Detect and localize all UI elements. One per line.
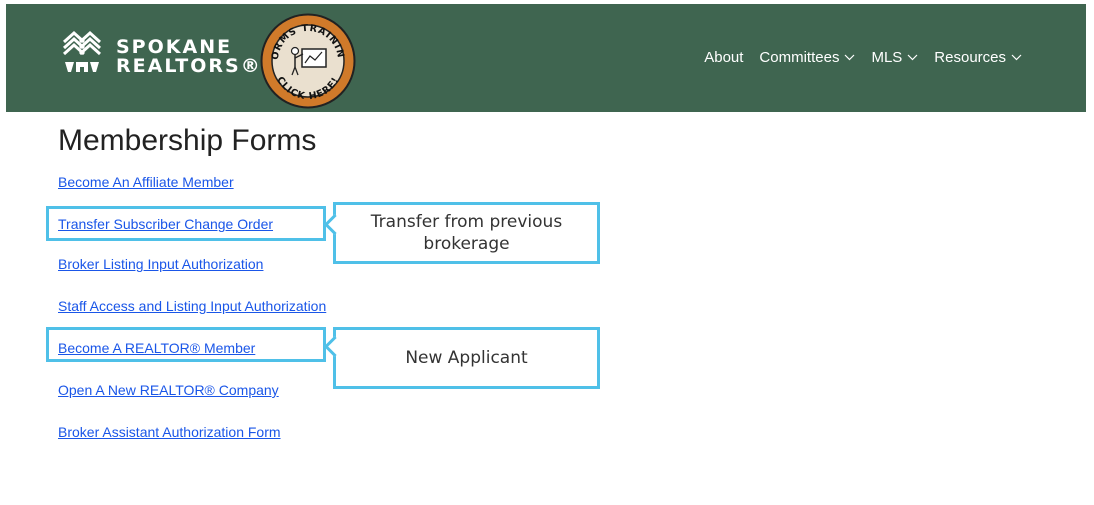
link-staff-access-listing-input-authorization[interactable]: Staff Access and Listing Input Authoriza… xyxy=(58,298,326,314)
forms-training-badge-icon: FORMS TRAINING CLICK HERE! xyxy=(256,5,356,109)
link-open-new-realtor-company[interactable]: Open A New REALTOR® Company xyxy=(58,382,279,398)
callout-transfer-text: Transfer from previous brokerage xyxy=(370,212,563,254)
logo-line-realtors: REALTORS® xyxy=(116,55,262,77)
link-broker-assistant-authorization-form[interactable]: Broker Assistant Authorization Form xyxy=(58,424,281,440)
nav-about[interactable]: About xyxy=(704,49,743,66)
callout-transfer-note: Transfer from previous brokerage xyxy=(333,202,600,264)
nav-about-label: About xyxy=(704,49,744,66)
nav-resources-label: Resources xyxy=(934,49,1006,66)
nav-committees[interactable]: Committees xyxy=(759,49,855,66)
highlight-box-realtor-member xyxy=(46,327,326,362)
chevron-down-icon xyxy=(907,54,918,61)
link-broker-listing-input-authorization[interactable]: Broker Listing Input Authorization xyxy=(58,256,263,272)
roofline-logo-icon xyxy=(62,30,102,72)
page-title: Membership Forms xyxy=(58,124,317,157)
logo-wordmark: SPOKANE REALTORS® xyxy=(116,38,262,76)
callout-new-applicant-note: New Applicant xyxy=(333,327,600,389)
nav-mls-label: MLS xyxy=(871,49,903,66)
nav-mls[interactable]: MLS xyxy=(871,49,918,66)
link-become-affiliate-member[interactable]: Become An Affiliate Member xyxy=(58,174,234,190)
callout-new-applicant-text: New Applicant xyxy=(405,348,528,368)
highlight-box-transfer xyxy=(46,206,326,241)
main-nav: About Committees MLS Resources xyxy=(704,49,1022,66)
chevron-down-icon xyxy=(1011,54,1022,61)
forms-training-badge[interactable]: FORMS TRAINING CLICK HERE! xyxy=(256,5,356,109)
nav-resources[interactable]: Resources xyxy=(934,49,1022,66)
site-header: SPOKANE REALTORS® FORMS TRAINING CLICK H… xyxy=(6,4,1086,112)
spokane-realtors-logo[interactable]: SPOKANE REALTORS® xyxy=(60,28,260,84)
nav-committees-label: Committees xyxy=(759,49,840,66)
chevron-down-icon xyxy=(845,54,855,61)
